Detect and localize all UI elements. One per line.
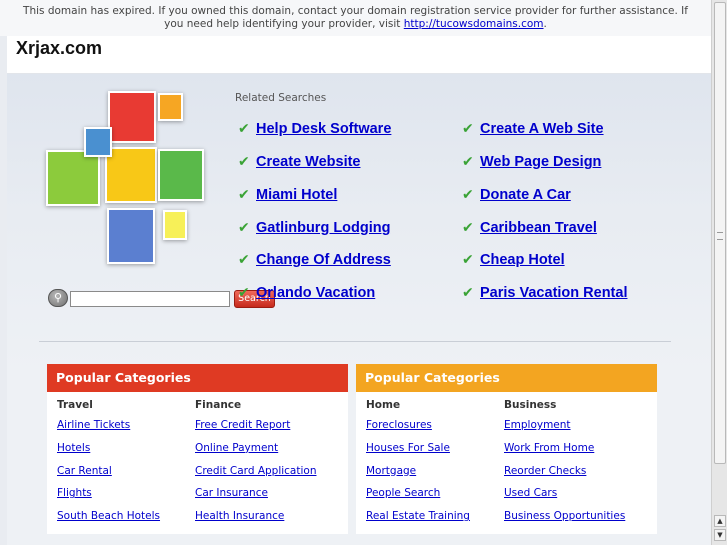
category-header: Popular Categories (356, 364, 657, 392)
logo-square-yellow (105, 147, 157, 203)
category-header: Popular Categories (47, 364, 348, 392)
category-link[interactable]: Car Rental (57, 462, 197, 485)
notice-suffix: . (543, 18, 547, 30)
site-title: Xrjax.com (16, 38, 103, 58)
check-icon: ✔ (238, 187, 250, 203)
expired-notice: This domain has expired. If you owned th… (0, 0, 711, 36)
related-link[interactable]: Help Desk Software (256, 121, 391, 137)
related-link[interactable]: Paris Vacation Rental (480, 285, 627, 301)
category-link[interactable]: Mortgage (366, 462, 506, 485)
column-title: Home (366, 399, 401, 411)
category-link[interactable]: Real Estate Training (366, 507, 506, 530)
logo-square-green (158, 149, 204, 201)
check-icon: ✔ (462, 154, 474, 170)
check-icon: ✔ (238, 220, 250, 236)
check-icon: ✔ (462, 252, 474, 268)
category-link[interactable]: Health Insurance (195, 507, 335, 530)
related-link[interactable]: Web Page Design (480, 154, 601, 170)
check-icon: ✔ (462, 121, 474, 137)
related-link[interactable]: Miami Hotel (256, 187, 337, 203)
search-input[interactable] (70, 291, 230, 307)
category-column-home: Home Foreclosures Houses For Sale Mortga… (366, 397, 506, 530)
category-link[interactable]: Houses For Sale (366, 439, 506, 462)
category-column-business: Business Employment Work From Home Reord… (504, 397, 644, 530)
category-column-travel: Travel Airline Tickets Hotels Car Rental… (57, 397, 197, 530)
scrollbar-grip-icon (717, 232, 723, 240)
check-icon: ✔ (462, 285, 474, 301)
search-icon[interactable]: ⚲ (48, 289, 68, 307)
notice-text: This domain has expired. If you owned th… (23, 5, 688, 30)
related-link[interactable]: Cheap Hotel (480, 252, 565, 268)
check-icon: ✔ (238, 154, 250, 170)
related-link[interactable]: Donate A Car (480, 187, 571, 203)
related-link[interactable]: Gatlinburg Lodging (256, 220, 391, 236)
column-title: Finance (195, 399, 242, 411)
related-searches-title: Related Searches (235, 92, 327, 104)
logo-square-pale-yellow (163, 210, 187, 240)
scroll-up-icon[interactable]: ▲ (714, 515, 726, 527)
logo-square-light-green (46, 150, 100, 206)
category-link[interactable]: Airline Tickets (57, 416, 197, 439)
category-link[interactable]: Hotels (57, 439, 197, 462)
header: Xrjax.com (7, 36, 711, 74)
category-link[interactable]: Foreclosures (366, 416, 506, 439)
related-link[interactable]: Change Of Address (256, 252, 391, 268)
check-icon: ✔ (238, 121, 250, 137)
category-link[interactable]: People Search (366, 484, 506, 507)
category-column-finance: Finance Free Credit Report Online Paymen… (195, 397, 335, 530)
column-title: Business (504, 399, 557, 411)
check-icon: ✔ (462, 220, 474, 236)
page: This domain has expired. If you owned th… (0, 0, 711, 545)
check-icon: ✔ (238, 252, 250, 268)
scroll-down-icon[interactable]: ▼ (714, 529, 726, 541)
category-link[interactable]: Flights (57, 484, 197, 507)
related-link[interactable]: Orlando Vacation (256, 285, 375, 301)
category-link[interactable]: South Beach Hotels (57, 507, 197, 530)
column-title: Travel (57, 399, 93, 411)
category-link[interactable]: Work From Home (504, 439, 644, 462)
popular-categories-left: Popular Categories Travel Airline Ticket… (47, 364, 348, 534)
scrollbar-thumb[interactable] (714, 2, 726, 464)
related-link[interactable]: Caribbean Travel (480, 220, 597, 236)
category-link[interactable]: Free Credit Report (195, 416, 335, 439)
notice-link[interactable]: http://tucowsdomains.com (404, 18, 544, 30)
logo-square-blue-small (84, 127, 112, 157)
check-icon: ✔ (462, 187, 474, 203)
logo-square-blue (107, 208, 155, 264)
related-link[interactable]: Create Website (256, 154, 361, 170)
logo-square-red (108, 91, 156, 143)
divider (39, 341, 671, 342)
category-link[interactable]: Car Insurance (195, 484, 335, 507)
popular-categories-right: Popular Categories Home Foreclosures Hou… (356, 364, 657, 534)
related-link[interactable]: Create A Web Site (480, 121, 604, 137)
category-link[interactable]: Reorder Checks (504, 462, 644, 485)
logo-square-orange (158, 93, 183, 121)
category-link[interactable]: Used Cars (504, 484, 644, 507)
category-link[interactable]: Business Opportunities (504, 507, 644, 530)
category-link[interactable]: Online Payment (195, 439, 335, 462)
category-link[interactable]: Employment (504, 416, 644, 439)
vertical-scrollbar[interactable]: ▲ ▼ (711, 0, 727, 545)
check-icon: ✔ (238, 285, 250, 301)
category-link[interactable]: Credit Card Application (195, 462, 335, 485)
